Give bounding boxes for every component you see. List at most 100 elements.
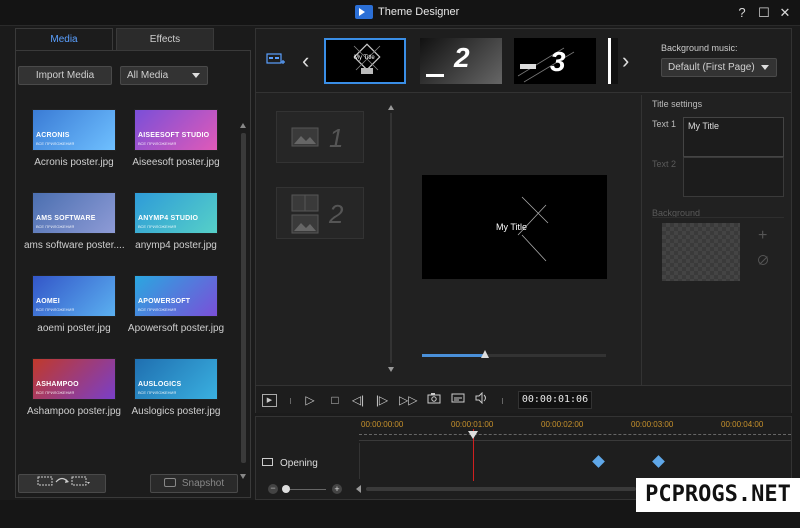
previous-frame-icon[interactable]: ◁| <box>350 392 366 408</box>
media-subtitle: ВСЕ ПРИЛОЖЕНИЯ <box>138 141 177 146</box>
media-item[interactable]: AUSLOGICS ВСЕ ПРИЛОЖЕНИЯ Auslogics poster.… <box>126 358 226 417</box>
maximize-button[interactable]: ☐ <box>756 5 772 21</box>
background-music-select[interactable]: Default (First Page) <box>661 58 777 77</box>
title-settings-heading: Title settings <box>652 99 703 109</box>
media-subtitle: ВСЕ ПРИЛОЖЕНИЯ <box>36 390 75 395</box>
scroll-track[interactable] <box>241 133 246 463</box>
template-3-number: 3 <box>550 46 566 77</box>
snapshot-camera-icon[interactable] <box>426 392 442 408</box>
template-1[interactable]: My Title <box>324 38 406 84</box>
slot-2[interactable]: 2 <box>276 187 364 239</box>
media-item[interactable]: AISEESOFT STUDIO ВСЕ ПРИЛОЖЕНИЯ Aiseesoft … <box>126 109 226 168</box>
remove-background-icon[interactable] <box>758 255 768 265</box>
help-button[interactable]: ? <box>734 5 750 21</box>
next-frame-icon[interactable]: |▷ <box>374 392 390 408</box>
snapshot-button[interactable]: Snapshot <box>150 474 238 493</box>
tab-media[interactable]: Media <box>15 28 113 50</box>
slot-2-number: 2 <box>329 199 344 229</box>
media-thumbnail[interactable]: ANYMP4 STUDIO ВСЕ ПРИЛОЖЕНИЯ <box>134 192 218 234</box>
preview-vertical-track[interactable] <box>390 113 392 363</box>
media-item[interactable]: ANYMP4 STUDIO ВСЕ ПРИЛОЖЕНИЯ anymp4 poster… <box>126 192 226 251</box>
media-item[interactable]: AMS SOFTWARE ВСЕ ПРИЛОЖЕНИЯ ams software p… <box>24 192 124 251</box>
media-thumbnail[interactable]: AISEESOFT STUDIO ВСЕ ПРИЛОЖЕНИЯ <box>134 109 218 151</box>
timeline-scroll-left-icon[interactable] <box>356 485 361 493</box>
media-thumbnail[interactable]: ASHAMPOO ВСЕ ПРИЛОЖЕНИЯ <box>32 358 116 400</box>
media-scrollbar[interactable] <box>239 121 247 481</box>
playhead-handle[interactable] <box>468 431 478 439</box>
keyframe[interactable] <box>592 455 605 468</box>
media-label: Auslogics poster.jpg <box>131 406 221 417</box>
chevron-left-icon[interactable]: ‹ <box>302 50 309 72</box>
track-opening[interactable]: Opening <box>256 443 791 479</box>
watermark: PCPROGS.NET <box>636 478 800 512</box>
track-label: Opening <box>280 458 318 469</box>
zoom-in-icon[interactable]: + <box>332 484 342 494</box>
preview-area: My Title <box>388 95 641 385</box>
separator <box>290 398 291 404</box>
subtitle-icon[interactable] <box>450 392 466 408</box>
preview-progress-knob[interactable] <box>480 350 489 358</box>
chevron-right-icon[interactable]: › <box>622 50 629 72</box>
preview-screen[interactable]: My Title <box>422 175 607 279</box>
image-placeholder-icon <box>291 127 319 147</box>
tick-label: 00:00:01:00 <box>451 420 494 429</box>
scroll-down-icon[interactable] <box>240 474 246 479</box>
media-brand: ACRONIS <box>36 132 70 139</box>
template-1-art <box>353 43 381 74</box>
background-preview[interactable] <box>662 223 740 281</box>
transition-button[interactable] <box>18 474 106 493</box>
stop-icon[interactable]: □ <box>327 392 343 408</box>
media-item[interactable]: AOMEI ВСЕ ПРИЛОЖЕНИЯ aoemi poster.jpg <box>24 275 124 334</box>
close-button[interactable]: ✕ <box>777 5 793 21</box>
media-item[interactable]: APOWERSOFT ВСЕ ПРИЛОЖЕНИЯ Apowersoft poste… <box>126 275 226 334</box>
media-thumbnail[interactable]: APOWERSOFT ВСЕ ПРИЛОЖЕНИЯ <box>134 275 218 317</box>
text2-label: Text 2 <box>652 159 677 169</box>
media-brand: ASHAMPOO <box>36 381 79 388</box>
media-item[interactable]: ASHAMPOO ВСЕ ПРИЛОЖЕНИЯ Ashampoo poster.jp… <box>24 358 124 417</box>
tab-effects[interactable]: Effects <box>116 28 214 50</box>
subtitle-glyph <box>451 393 465 403</box>
text1-field[interactable]: My Title <box>683 117 784 157</box>
chevron-down-icon <box>192 73 200 78</box>
fast-forward-icon[interactable]: ▷▷ <box>399 392 417 408</box>
zoom-out-icon[interactable]: − <box>268 484 278 494</box>
keyframe[interactable] <box>652 455 665 468</box>
preview-progress-fill <box>422 354 485 357</box>
media-thumbnail[interactable]: AUSLOGICS ВСЕ ПРИЛОЖЕНИЯ <box>134 358 218 400</box>
media-brand: APOWERSOFT <box>138 298 191 305</box>
zoom-slider-knob[interactable] <box>282 485 290 493</box>
timecode-display: 00:00:01:06 <box>518 391 592 409</box>
media-item[interactable]: ACRONIS ВСЕ ПРИЛОЖЕНИЯ Acronis poster.jpg <box>24 109 124 168</box>
media-thumbnail[interactable]: AOMEI ВСЕ ПРИЛОЖЕНИЯ <box>32 275 116 317</box>
zoom-slider-track[interactable] <box>284 489 326 490</box>
template-2[interactable]: 2 <box>420 38 502 84</box>
text2-field[interactable] <box>683 157 784 197</box>
camera-icon <box>163 478 176 487</box>
media-panel: Media Effects Import Media All Media ACR… <box>15 28 251 498</box>
template-3[interactable]: 3 <box>514 38 596 84</box>
preview-mode-icon[interactable]: ▶ <box>262 394 277 407</box>
timeline-scrollbar[interactable] <box>366 487 636 491</box>
timeline-ruler[interactable]: 00:00:00:00 00:00:01:00 00:00:02:00 00:0… <box>359 417 791 441</box>
slot-1[interactable]: 1 <box>276 111 364 163</box>
add-background-icon[interactable]: + <box>758 228 767 244</box>
preview-title: My Title <box>496 222 528 232</box>
media-thumbnail[interactable]: AMS SOFTWARE ВСЕ ПРИЛОЖЕНИЯ <box>32 192 116 234</box>
media-filter-select[interactable]: All Media <box>120 66 208 85</box>
track-divider <box>359 443 360 479</box>
media-thumbnail[interactable]: ACRONIS ВСЕ ПРИЛОЖЕНИЯ <box>32 109 116 151</box>
import-media-button[interactable]: Import Media <box>18 66 112 85</box>
preview-progress-track[interactable] <box>422 350 606 358</box>
chevron-down-icon <box>761 65 769 70</box>
preview-scroll-down-icon[interactable] <box>388 367 394 372</box>
media-subtitle: ВСЕ ПРИЛОЖЕНИЯ <box>36 141 75 146</box>
background-music-value: Default (First Page) <box>668 62 755 73</box>
scroll-up-icon[interactable] <box>240 123 246 128</box>
add-template-icon[interactable] <box>266 52 286 68</box>
media-brand: AUSLOGICS <box>138 381 182 388</box>
volume-icon[interactable] <box>474 391 490 408</box>
preview-scroll-up-icon[interactable] <box>388 105 394 110</box>
media-label: aoemi poster.jpg <box>37 323 111 334</box>
play-icon[interactable]: ▷ <box>302 392 318 408</box>
template-4-partial[interactable] <box>608 38 618 84</box>
